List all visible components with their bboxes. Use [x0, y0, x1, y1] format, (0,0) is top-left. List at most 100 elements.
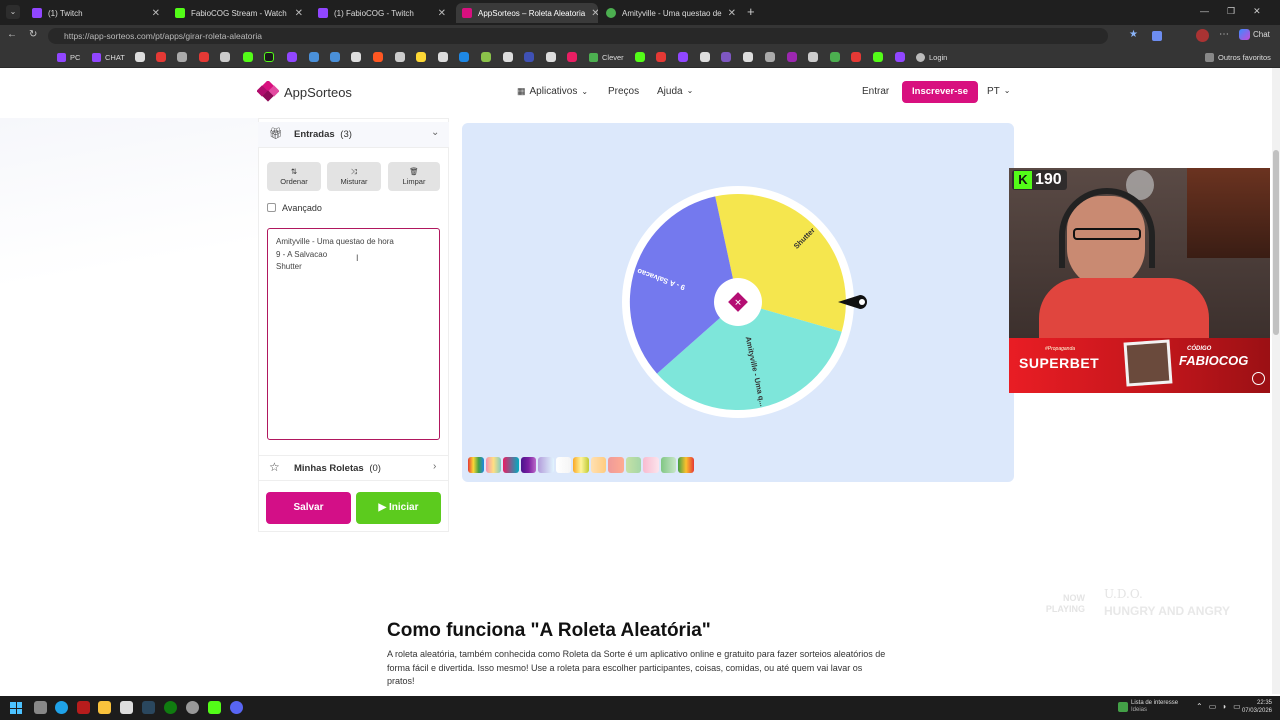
chevron-down-icon[interactable]: ⌄ [431, 127, 439, 138]
bookmark-icon[interactable] [808, 52, 818, 62]
bookmark-icon[interactable] [459, 52, 469, 62]
back-icon[interactable]: ← [7, 29, 17, 40]
task-view-icon[interactable] [34, 701, 47, 714]
bookmark-clever[interactable]: Clever [589, 50, 624, 64]
close-icon[interactable]: ✕ [152, 8, 160, 19]
site-logo[interactable]: AppSorteos [257, 81, 352, 103]
spin-wheel[interactable]: Shutter Amityville - Uma q... 9 - A Salv… [622, 186, 854, 418]
new-tab-icon[interactable]: + [747, 4, 755, 19]
bookmark-pc[interactable]: PC [57, 50, 80, 64]
bookmark-icon[interactable] [787, 52, 797, 62]
bookmark-login[interactable]: Login [916, 50, 947, 64]
theme-swatch[interactable] [608, 457, 624, 473]
theme-swatch[interactable] [625, 457, 642, 473]
extension-icon[interactable] [1152, 31, 1162, 41]
bookmark-icon[interactable] [765, 52, 775, 62]
theme-swatch[interactable] [590, 457, 607, 473]
bookmark-icon[interactable] [635, 52, 645, 62]
close-icon[interactable]: ✕ [295, 8, 303, 19]
news-widget[interactable]: Lista de interesse Ideias [1118, 700, 1178, 714]
clock[interactable]: 22:35 07/03/2026 [1238, 699, 1272, 715]
bookmark-icon[interactable] [830, 52, 840, 62]
theme-swatch[interactable] [538, 457, 554, 473]
reload-icon[interactable]: ↻ [29, 29, 37, 40]
chevron-right-icon[interactable]: › [433, 461, 436, 472]
bookmark-icon[interactable] [135, 52, 145, 62]
bookmark-icon[interactable] [503, 52, 513, 62]
star-icon[interactable]: ★ [1129, 29, 1138, 40]
bookmark-icon[interactable] [524, 52, 534, 62]
bookmark-icon[interactable] [851, 52, 861, 62]
start-button[interactable]: ▶ Iniciar [356, 492, 441, 524]
advanced-checkbox[interactable] [267, 203, 276, 212]
bookmark-icon[interactable] [678, 52, 688, 62]
bookmark-icon[interactable] [243, 52, 253, 62]
bookmark-icon[interactable] [373, 52, 383, 62]
bookmark-icon[interactable] [416, 52, 426, 62]
bookmark-icon[interactable] [567, 52, 577, 62]
bookmark-icon[interactable] [156, 52, 166, 62]
tab-fabiocog-twitch[interactable]: (1) FabioCOG - Twitch ✕ [312, 3, 452, 23]
tab-kick[interactable]: FabioCOG Stream - Watch Live on ✕ [169, 3, 309, 23]
entries-accordion-header[interactable] [258, 122, 449, 148]
bookmark-icon[interactable] [546, 52, 556, 62]
bookmark-icon[interactable] [700, 52, 710, 62]
bookmark-icon[interactable] [895, 52, 905, 62]
theme-swatch[interactable] [503, 457, 519, 473]
nav-apps[interactable]: ▦ Aplicativos ⌄ [517, 86, 588, 97]
bookmark-icon[interactable] [721, 52, 731, 62]
avatar[interactable] [1196, 29, 1209, 42]
url-field[interactable]: https://app-sorteos.com/pt/apps/girar-ro… [48, 28, 1108, 44]
theme-swatch[interactable] [643, 457, 659, 473]
bookmark-icon[interactable] [330, 52, 340, 62]
bookmark-icon[interactable] [395, 52, 405, 62]
store-icon[interactable] [120, 701, 133, 714]
bookmark-icon[interactable] [177, 52, 187, 62]
scrollbar-thumb[interactable] [1273, 150, 1279, 335]
bookmark-other-favorites[interactable]: Outros favoritos [1205, 50, 1271, 64]
signup-button[interactable]: Inscrever-se [902, 81, 978, 103]
login-link[interactable]: Entrar [862, 86, 889, 97]
app-icon[interactable] [208, 701, 221, 714]
bookmark-icon[interactable] [481, 52, 491, 62]
bookmark-chat[interactable]: CHAT [92, 50, 125, 64]
bookmark-icon[interactable] [287, 52, 297, 62]
bookmark-icon[interactable] [264, 52, 274, 62]
clear-button[interactable]: 🗑︎ Limpar [388, 162, 440, 191]
close-icon[interactable]: ✕ [728, 8, 736, 19]
tab-appsorteos[interactable]: AppSorteos – Roleta Aleatoria ✕ [456, 3, 598, 23]
theme-swatch[interactable] [678, 457, 694, 473]
app-icon[interactable] [186, 701, 199, 714]
app-icon[interactable] [77, 701, 90, 714]
color-theme-picker[interactable] [468, 455, 694, 475]
sort-button[interactable]: ⇅ Ordenar [267, 162, 321, 191]
tab-twitch[interactable]: (1) Twitch ✕ [26, 3, 166, 23]
bookmark-icon[interactable] [743, 52, 753, 62]
bookmark-icon[interactable] [351, 52, 361, 62]
copilot-chat-button[interactable]: Chat [1239, 29, 1270, 40]
bookmark-icon[interactable] [656, 52, 666, 62]
nav-help[interactable]: Ajuda ⌄ [657, 86, 693, 97]
bookmark-icon[interactable] [438, 52, 448, 62]
close-icon[interactable]: ✕ [438, 8, 446, 19]
theme-swatch[interactable] [520, 457, 537, 473]
bookmark-icon[interactable] [873, 52, 883, 62]
tab-google-search[interactable]: Amityville - Uma questao de hora ✕ [600, 3, 742, 23]
entries-textarea[interactable]: Amityville - Uma questao de hora 9 - A S… [267, 228, 440, 440]
theme-swatch[interactable] [485, 457, 502, 473]
theme-swatch[interactable] [468, 457, 484, 473]
xbox-icon[interactable] [164, 701, 177, 714]
nav-prices[interactable]: Preços [608, 86, 639, 97]
theme-swatch[interactable] [555, 457, 572, 473]
file-explorer-icon[interactable] [98, 701, 111, 714]
language-select[interactable]: PT ⌄ [987, 86, 1010, 97]
edge-icon[interactable] [55, 701, 68, 714]
save-button[interactable]: Salvar [266, 492, 351, 524]
theme-swatch[interactable] [573, 457, 589, 473]
shuffle-button[interactable]: ⤨ Misturar [327, 162, 381, 191]
theme-swatch[interactable] [660, 457, 677, 473]
tab-menu-icon[interactable]: ⌄ [6, 5, 20, 19]
bookmark-icon[interactable] [220, 52, 230, 62]
windows-start-icon[interactable] [10, 702, 22, 714]
steam-icon[interactable] [142, 701, 155, 714]
